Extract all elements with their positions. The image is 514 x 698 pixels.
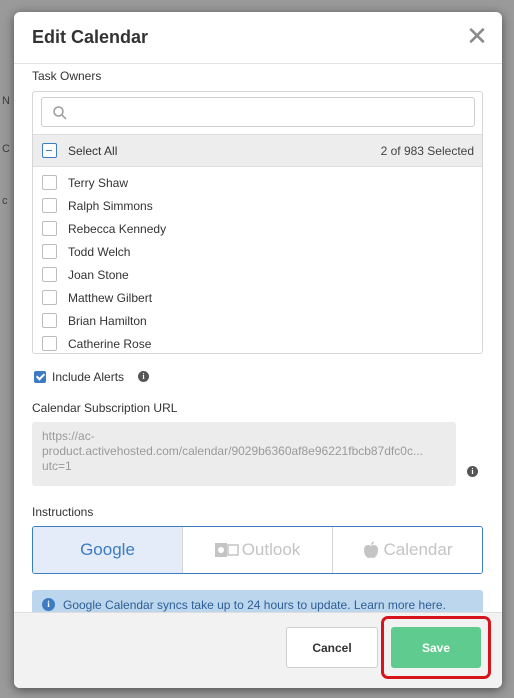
instructions-tabs: Google Outlook Calendar [32, 526, 483, 574]
url-line: https://ac- [42, 429, 95, 443]
search-icon [53, 106, 67, 120]
select-all-row[interactable]: Select All 2 of 983 Selected [33, 134, 482, 167]
list-item[interactable]: Catherine Rose [33, 333, 482, 353]
list-item[interactable]: Rebecca Kennedy [33, 218, 482, 241]
info-icon[interactable]: i [138, 371, 149, 382]
owner-checkbox[interactable] [42, 313, 57, 328]
info-icon[interactable]: i [467, 466, 478, 477]
owner-checkbox[interactable] [42, 244, 57, 259]
include-alerts-label: Include Alerts [52, 370, 125, 384]
url-line: utc=1 [42, 459, 72, 473]
tab-outlook-label: Outlook [241, 540, 301, 559]
owner-name: Catherine Rose [68, 337, 152, 351]
owner-name: Joan Stone [68, 268, 129, 282]
owner-name: Ralph Simmons [68, 199, 153, 213]
subscription-url-field[interactable]: https://ac- product.activehosted.com/cal… [32, 422, 456, 486]
tab-apple[interactable]: Calendar [332, 527, 482, 573]
list-item[interactable]: Ralph Simmons [33, 195, 482, 218]
owner-name: Rebecca Kennedy [68, 222, 167, 236]
owner-name: Brian Hamilton [68, 314, 147, 328]
owner-name: Matthew Gilbert [68, 291, 153, 305]
owner-checkbox[interactable] [42, 290, 57, 305]
edit-calendar-modal: Edit Calendar ✕ Task Owners Select All 2… [14, 12, 502, 688]
cancel-button[interactable]: Cancel [286, 627, 378, 668]
list-item[interactable]: Joan Stone [33, 264, 482, 287]
tab-outlook[interactable]: Outlook [182, 527, 332, 573]
modal-header: Edit Calendar ✕ [14, 12, 502, 64]
list-item[interactable]: Brian Hamilton [33, 310, 482, 333]
tab-google[interactable]: Google [33, 527, 182, 573]
include-alerts-checkbox[interactable] [34, 371, 46, 383]
owner-checkbox[interactable] [42, 336, 57, 351]
owner-checkbox[interactable] [42, 221, 57, 236]
banner-text[interactable]: Google Calendar syncs take up to 24 hour… [63, 598, 446, 612]
task-owners-list: Select All 2 of 983 Selected Terry Shaw … [32, 91, 483, 354]
selected-count: 2 of 983 Selected [380, 144, 474, 158]
outlook-icon [214, 543, 239, 557]
search-input[interactable] [74, 100, 470, 124]
owner-name: Todd Welch [68, 245, 131, 259]
instructions-label: Instructions [32, 505, 94, 519]
save-button[interactable]: Save [391, 627, 481, 668]
close-icon[interactable]: ✕ [466, 23, 488, 49]
tab-apple-label: Calendar [383, 540, 453, 559]
modal-title: Edit Calendar [32, 27, 149, 47]
apple-icon [363, 541, 378, 558]
list-item[interactable]: Todd Welch [33, 241, 482, 264]
info-icon: i [42, 598, 55, 611]
subscription-url-label: Calendar Subscription URL [32, 401, 178, 415]
list-item[interactable]: Matthew Gilbert [33, 287, 482, 310]
owner-checkbox[interactable] [42, 175, 57, 190]
modal-footer: Cancel Save [14, 612, 502, 688]
tab-google-label: Google [80, 540, 135, 559]
task-owners-label: Task Owners [32, 69, 102, 83]
list-item[interactable]: Terry Shaw [33, 172, 482, 195]
search-box[interactable] [41, 97, 475, 127]
owner-checkbox[interactable] [42, 267, 57, 282]
url-line: product.activehosted.com/calendar/9029b6… [42, 444, 423, 458]
select-all-label: Select All [68, 144, 118, 158]
select-all-checkbox[interactable] [42, 143, 57, 158]
owner-name: Terry Shaw [68, 176, 129, 190]
owner-checkbox[interactable] [42, 198, 57, 213]
